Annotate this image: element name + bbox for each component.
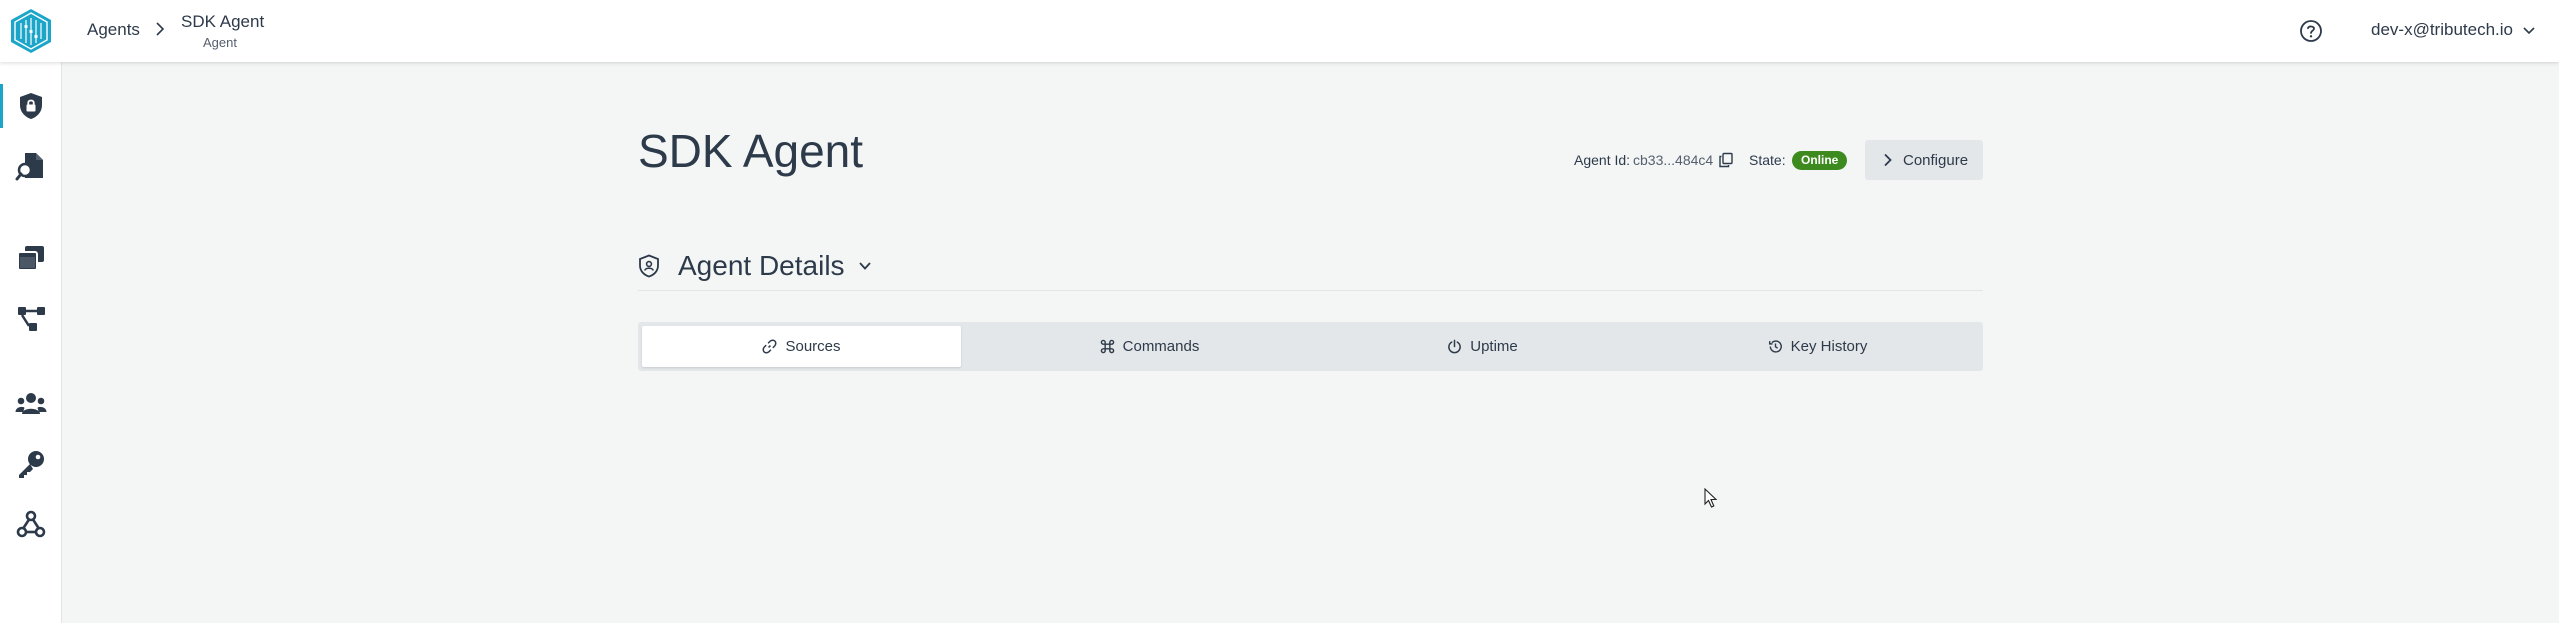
sidebar-item-keys[interactable] [0, 436, 61, 492]
help-icon[interactable] [2299, 19, 2323, 43]
users-icon [15, 393, 46, 414]
agent-id-value: cb33...484c4 [1633, 152, 1714, 168]
chevron-right-icon [156, 22, 165, 36]
sidebar-item-agents[interactable] [0, 78, 61, 134]
breadcrumb-current: SDK Agent [181, 12, 265, 31]
agent-id-label: Agent Id: [1574, 152, 1631, 168]
tab-sources[interactable]: Sources [642, 326, 961, 367]
sidebar-item-workflows[interactable] [0, 290, 61, 346]
history-icon [1768, 340, 1782, 353]
tributech-logo-icon[interactable] [8, 7, 54, 55]
chevron-right-icon [1884, 153, 1892, 167]
key-icon [18, 451, 44, 478]
user-menu[interactable]: dev-x@tributech.io [2371, 20, 2513, 40]
sidebar-item-catalog[interactable] [0, 138, 61, 194]
tab-commands-label: Commands [1122, 338, 1200, 355]
sidebar [0, 62, 62, 623]
file-search-icon [15, 153, 43, 181]
link-icon [762, 339, 777, 354]
state-label: State: [1749, 152, 1786, 168]
page-title: SDK Agent [638, 125, 864, 177]
section-divider [638, 290, 1983, 291]
breadcrumb-subtitle: Agent [203, 35, 237, 50]
network-icon [17, 307, 45, 331]
tab-commands[interactable]: Commands [990, 326, 1309, 367]
breadcrumb-agents-link[interactable]: Agents [87, 20, 140, 40]
copy-icon[interactable] [1718, 152, 1734, 168]
chevron-down-icon[interactable] [2521, 23, 2537, 39]
mouse-cursor-icon [1704, 488, 1718, 508]
tab-uptime[interactable]: Uptime [1323, 326, 1642, 367]
stacked-windows-icon [16, 246, 44, 271]
chevron-down-icon[interactable] [857, 258, 873, 274]
sidebar-item-instances[interactable] [0, 230, 61, 286]
agent-details-toggle[interactable]: Agent Details [678, 250, 845, 282]
power-icon [1448, 339, 1462, 354]
status-badge: Online [1792, 151, 1848, 170]
tab-key-history-label: Key History [1790, 338, 1868, 355]
sidebar-item-webhooks[interactable] [0, 496, 61, 552]
shield-person-icon [639, 254, 659, 278]
tab-sources-label: Sources [785, 338, 841, 355]
tab-bar: Sources Commands Uptime Key History [638, 322, 1983, 371]
configure-button[interactable]: Configure [1865, 140, 1983, 180]
command-icon [1100, 339, 1114, 354]
webhook-icon [16, 510, 45, 538]
shield-lock-icon [19, 93, 42, 119]
tab-key-history[interactable]: Key History [1658, 326, 1977, 367]
top-bar: Agents SDK Agent Agent dev-x@tributech.i… [0, 0, 2559, 62]
tab-uptime-label: Uptime [1470, 338, 1518, 355]
sidebar-item-users[interactable] [0, 376, 61, 432]
configure-button-label: Configure [1903, 152, 1969, 169]
